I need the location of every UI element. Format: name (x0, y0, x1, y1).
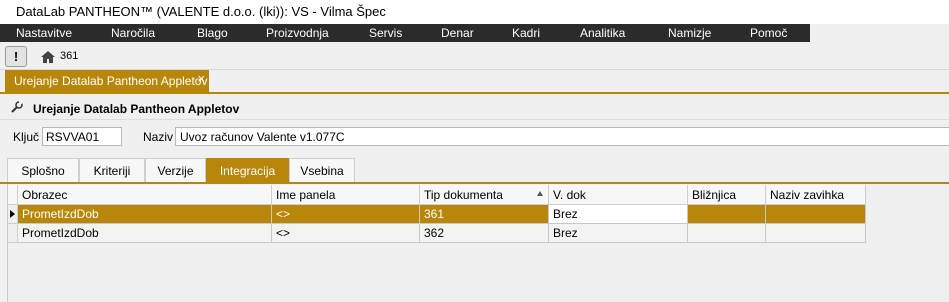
panel-title: Urejanje Datalab Pantheon Appletov (33, 102, 240, 116)
cell-obrazec[interactable]: PrometIzdDob (18, 224, 272, 243)
col-header-obrazec[interactable]: Obrazec (18, 185, 272, 205)
menu-bar: Nastavitve Naročila Blago Proizvodnja Se… (0, 24, 810, 42)
cell-naziv-zavihka[interactable] (766, 224, 866, 243)
kljuc-label: Ključ (13, 130, 40, 144)
naziv-label: Naziv (143, 130, 174, 144)
cell-v-dok[interactable]: Brez (549, 224, 688, 243)
col-header-tip-dokumenta[interactable]: Tip dokumenta (420, 185, 549, 205)
cell-tip-dokumenta[interactable]: 362 (420, 224, 549, 243)
cell-tip-dokumenta[interactable]: 361 (420, 205, 549, 224)
col-header-naziv-zavihka[interactable]: Naziv zavihka (766, 185, 866, 205)
col-header-v-dok[interactable]: V. dok (549, 185, 688, 205)
document-tab[interactable]: Urejanje Datalab Pantheon Appletov × (5, 70, 209, 92)
tab-vsebina[interactable]: Vsebina (289, 158, 355, 182)
tab-splosno[interactable]: Splošno (7, 158, 79, 182)
row-pointer-icon (10, 210, 15, 218)
close-icon[interactable]: × (197, 71, 205, 86)
menu-nastavitve[interactable]: Nastavitve (16, 26, 72, 40)
home-count: 361 (60, 50, 79, 62)
menu-servis[interactable]: Servis (369, 26, 402, 40)
wrench-icon (11, 101, 23, 113)
alert-button[interactable]: ! (5, 46, 27, 67)
title-bar: DataLab PANTHEON™ (VALENTE d.o.o. (lki))… (0, 0, 949, 24)
home-icon[interactable] (40, 50, 56, 64)
tab-kriteriji[interactable]: Kriteriji (79, 158, 145, 182)
menu-analitika[interactable]: Analitika (580, 26, 625, 40)
menu-proizvodnja[interactable]: Proizvodnja (266, 26, 329, 40)
col-header-ime-panela[interactable]: Ime panela (272, 185, 420, 205)
col-header-bliznjica[interactable]: Bližnjica (688, 185, 766, 205)
row-indicator[interactable] (8, 224, 18, 243)
menu-denar[interactable]: Denar (441, 26, 474, 40)
cell-ime-panela[interactable]: <> (272, 205, 420, 224)
sort-ascending-icon (537, 191, 543, 196)
toolbar (0, 42, 949, 70)
kljuc-field[interactable]: RSVVA01 (42, 127, 122, 146)
tab-integracija[interactable]: Integracija (206, 158, 289, 182)
document-tab-label: Urejanje Datalab Pantheon Appletov (14, 74, 208, 88)
cell-obrazec[interactable]: PrometIzdDob (18, 205, 272, 224)
menu-kadri[interactable]: Kadri (512, 26, 540, 40)
cell-bliznjica[interactable] (688, 205, 766, 224)
grid-corner (8, 185, 18, 205)
naziv-field[interactable]: Uvoz računov Valente v1.077C (175, 127, 949, 146)
window-title: DataLab PANTHEON™ (VALENTE d.o.o. (lki))… (16, 4, 386, 19)
menu-narocila[interactable]: Naročila (111, 26, 155, 40)
cell-v-dok[interactable]: Brez (549, 205, 688, 224)
tab-verzije[interactable]: Verzije (145, 158, 206, 182)
menu-blago[interactable]: Blago (197, 26, 228, 40)
cell-bliznjica[interactable] (688, 224, 766, 243)
menu-namizje[interactable]: Namizje (668, 26, 711, 40)
menu-pomoc[interactable]: Pomoč (750, 26, 787, 40)
cell-naziv-zavihka[interactable] (766, 205, 866, 224)
cell-ime-panela[interactable]: <> (272, 224, 420, 243)
